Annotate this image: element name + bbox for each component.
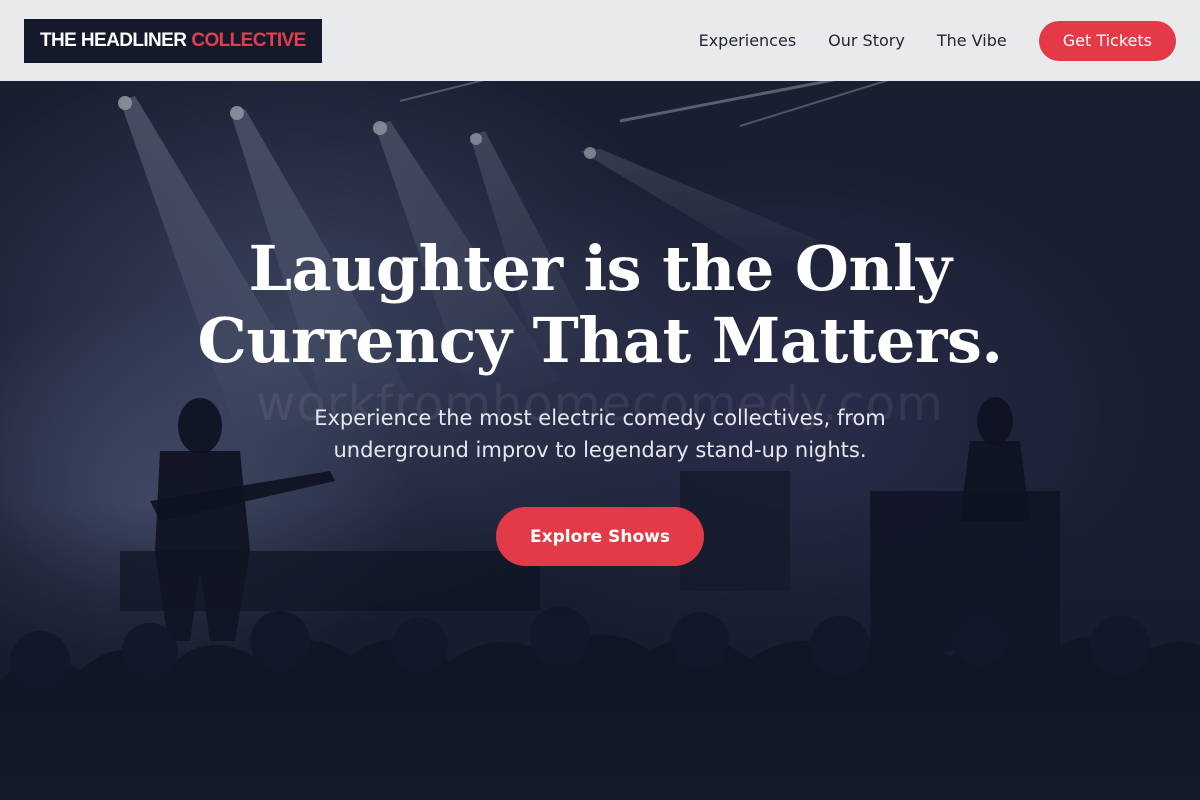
- main-nav: Experiences Our Story The Vibe Get Ticke…: [699, 20, 1176, 61]
- nav-link-the-vibe[interactable]: The Vibe: [937, 31, 1007, 50]
- hero-content: workfromhomecomedy.com Laughter is the O…: [0, 81, 1200, 800]
- logo-text-accent: COLLECTIVE: [191, 29, 306, 51]
- explore-shows-button[interactable]: Explore Shows: [496, 507, 704, 566]
- nav-link-our-story[interactable]: Our Story: [828, 31, 905, 50]
- site-header: THE HEADLINER COLLECTIVE Experiences Our…: [0, 0, 1200, 81]
- hero-subtext: Experience the most electric comedy coll…: [260, 402, 940, 466]
- site-logo[interactable]: THE HEADLINER COLLECTIVE: [24, 18, 322, 63]
- hero-subtext-line1: Experience the most electric comedy coll…: [314, 406, 886, 430]
- hero-section: workfromhomecomedy.com Laughter is the O…: [0, 81, 1200, 800]
- get-tickets-button[interactable]: Get Tickets: [1038, 20, 1176, 61]
- hero-headline-line2: Currency That Matters.: [197, 304, 1003, 377]
- hero-headline-line1: Laughter is the Only: [248, 232, 952, 305]
- hero-subtext-line2: underground improv to legendary stand-up…: [333, 438, 867, 462]
- hero-headline: Laughter is the Only Currency That Matte…: [100, 233, 1100, 377]
- logo-text-primary: THE HEADLINER: [40, 29, 187, 51]
- nav-link-experiences[interactable]: Experiences: [699, 31, 797, 50]
